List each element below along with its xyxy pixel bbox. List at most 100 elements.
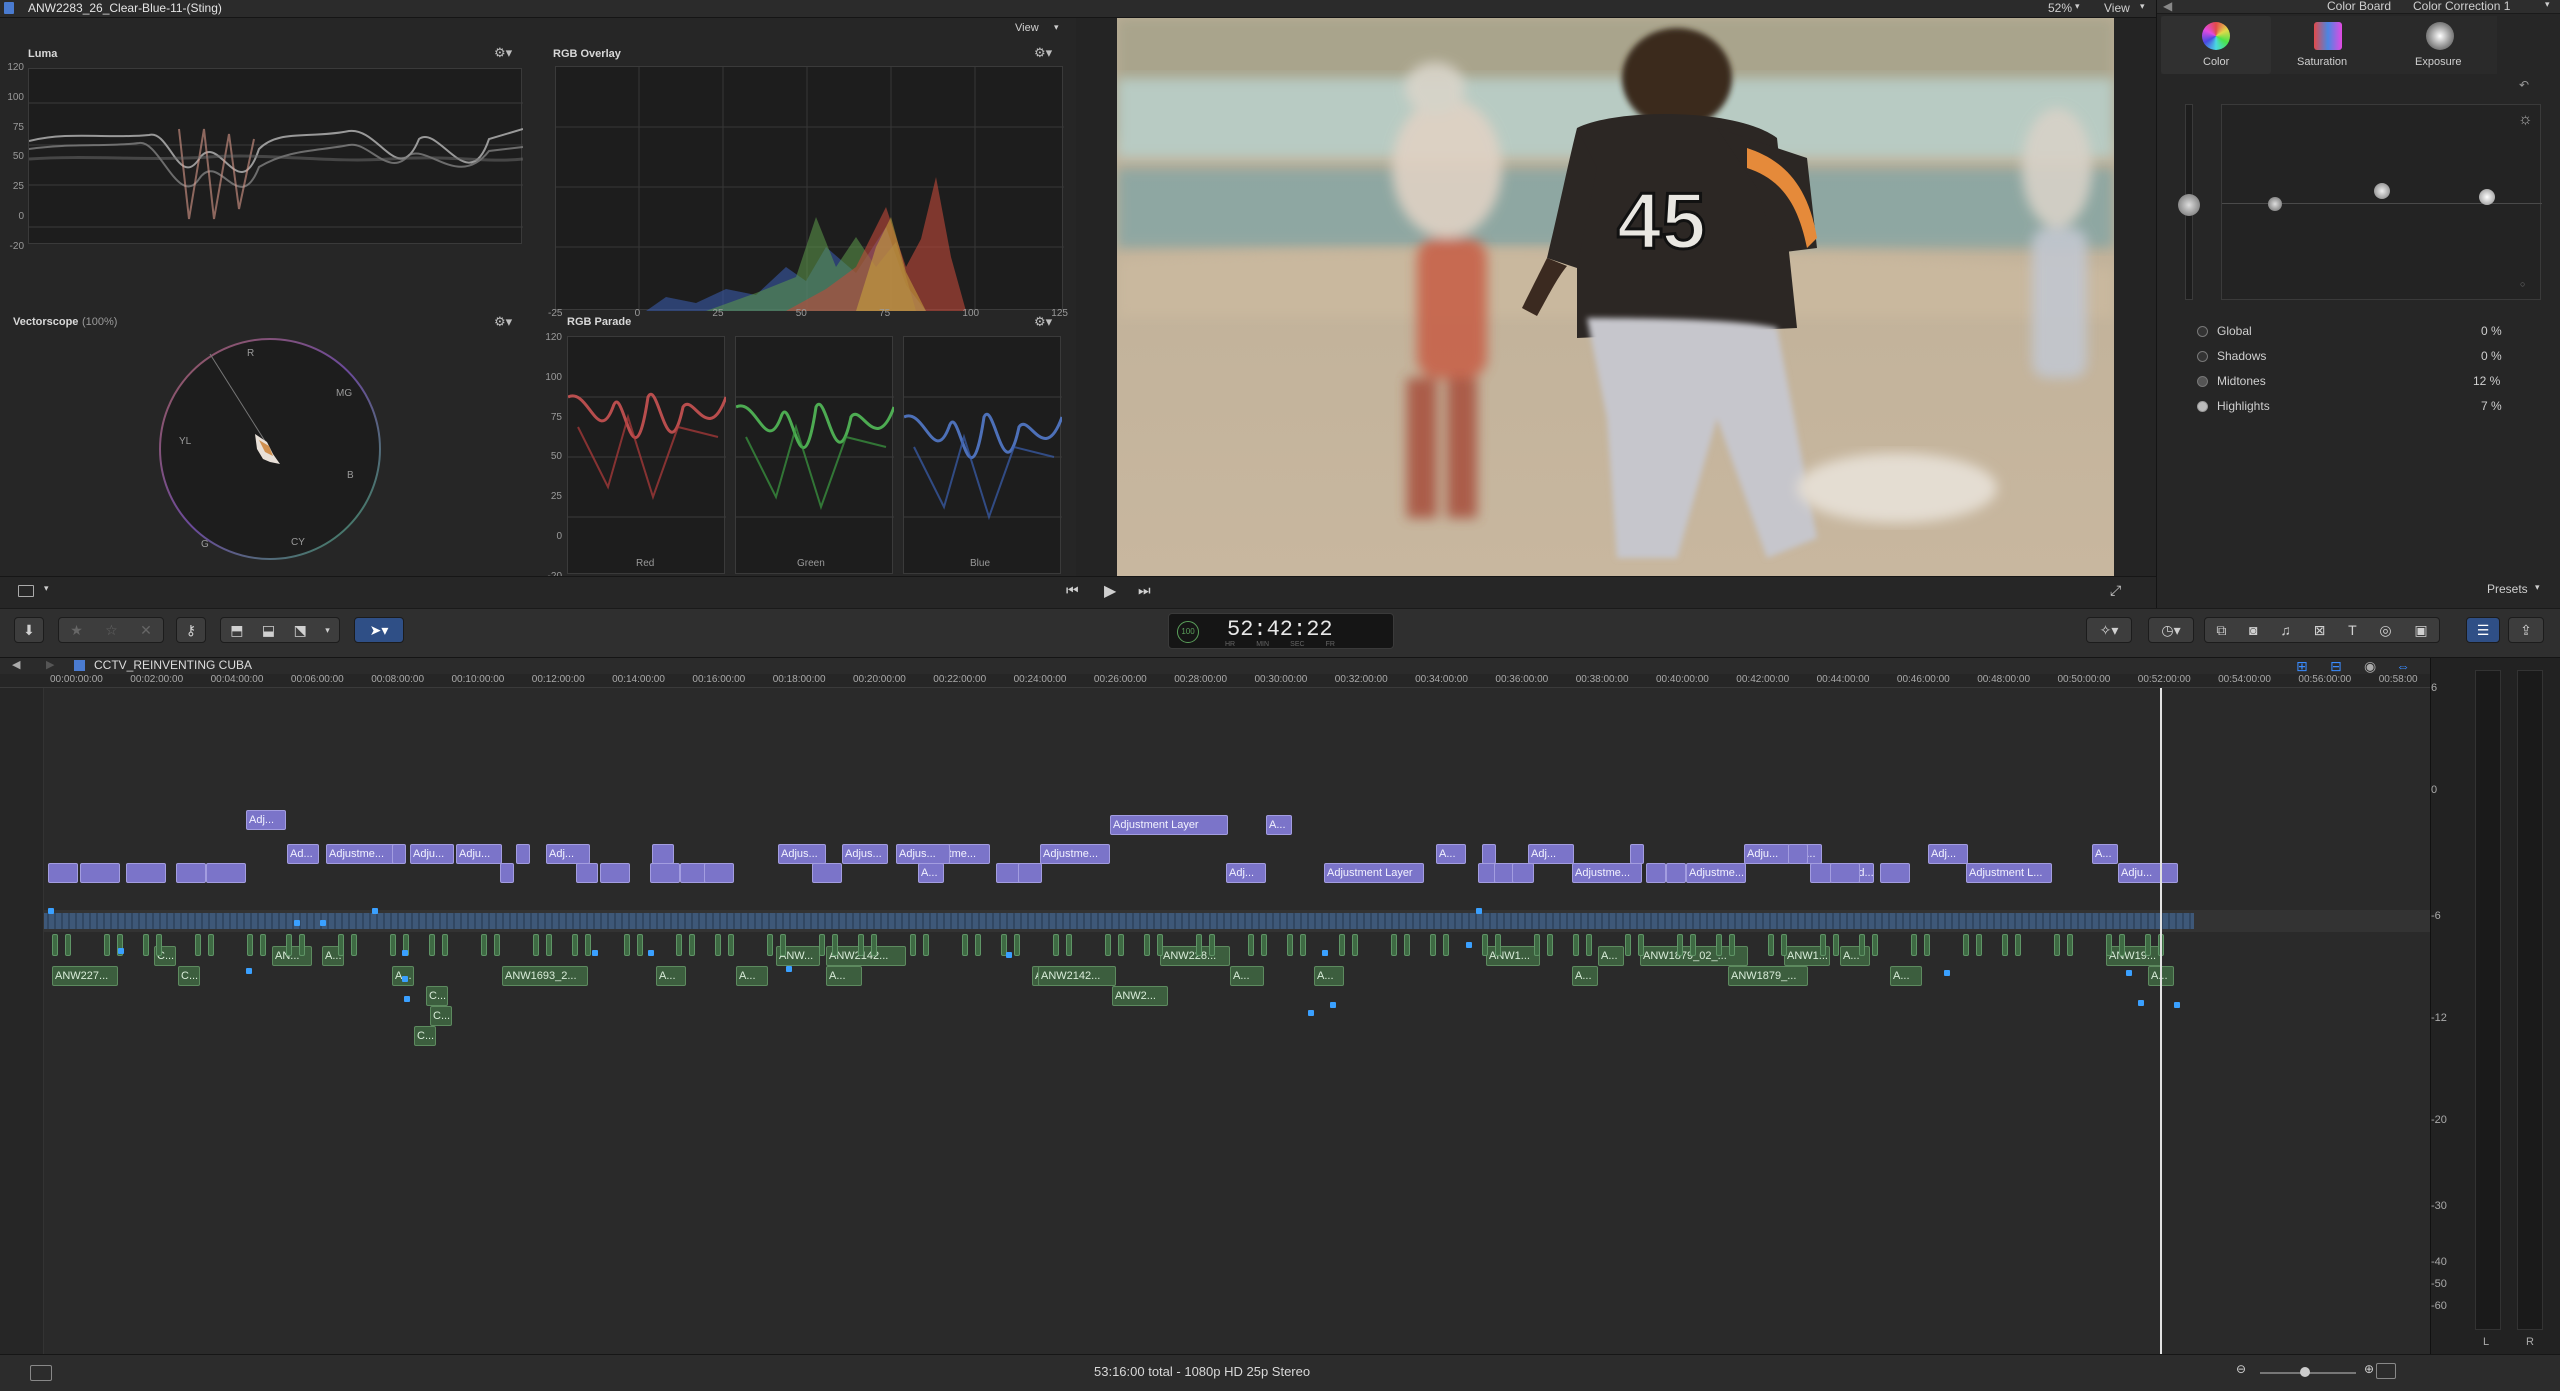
connected-clip-stub[interactable]	[1261, 934, 1267, 956]
rgb-parade-gear-icon[interactable]: ⚙▾	[1034, 314, 1052, 330]
marker-icon[interactable]	[1308, 1010, 1314, 1016]
range-shadows[interactable]: Shadows 0 %	[2197, 349, 2537, 369]
connected-clip-stub[interactable]	[247, 934, 253, 956]
connected-clip-stub[interactable]	[2119, 934, 2125, 956]
connected-clip-stub[interactable]	[208, 934, 214, 956]
connect-icon[interactable]: ⬒	[230, 622, 243, 639]
connected-video-clip[interactable]: ANW227...	[52, 966, 118, 986]
connected-clip-stub[interactable]	[1209, 934, 1215, 956]
range-highlights[interactable]: Highlights 7 %	[2197, 399, 2537, 419]
favorite-star-icon[interactable]: ★	[70, 622, 83, 639]
connected-clip-stub[interactable]	[1287, 934, 1293, 956]
connected-clip-stub[interactable]	[910, 934, 916, 956]
marker-icon[interactable]	[1476, 908, 1482, 914]
view-chevron-icon[interactable]: ▾	[2140, 1, 2145, 12]
connected-clip-stub[interactable]	[1352, 934, 1358, 956]
zoom-in-icon[interactable]: ⊕	[2364, 1362, 2374, 1376]
luma-gear-icon[interactable]: ⚙▾	[494, 45, 512, 61]
marker-icon[interactable]	[246, 968, 252, 974]
connected-clip-stub[interactable]	[2015, 934, 2021, 956]
connected-clip-stub[interactable]	[858, 934, 864, 956]
layout-icon[interactable]	[18, 585, 34, 597]
connected-clip-stub[interactable]	[1118, 934, 1124, 956]
connected-clip-stub[interactable]	[1300, 934, 1306, 956]
connected-clip-stub[interactable]	[1716, 934, 1722, 956]
connected-clip-stub[interactable]	[104, 934, 110, 956]
snapping-icon[interactable]: ⇔	[2396, 658, 2410, 674]
connected-video-clip[interactable]: C...	[178, 966, 200, 986]
marker-icon[interactable]	[1466, 942, 1472, 948]
presets-menu[interactable]: Presets	[2487, 582, 2528, 596]
shadows-puck[interactable]	[2268, 197, 2282, 211]
connected-clip-stub[interactable]	[195, 934, 201, 956]
scopes-view-menu[interactable]: View	[1015, 22, 1039, 34]
connected-clip-stub[interactable]	[2002, 934, 2008, 956]
marker-icon[interactable]	[2138, 1000, 2144, 1006]
connected-clip-stub[interactable]	[2054, 934, 2060, 956]
zoom-chevron-icon[interactable]: ▾	[2075, 1, 2080, 12]
photos-icon[interactable]: ◙	[2249, 622, 2257, 638]
connected-clip-stub[interactable]	[1820, 934, 1826, 956]
connected-clip-stub[interactable]	[871, 934, 877, 956]
color-correction-menu[interactable]: Color Correction 1	[2413, 0, 2510, 13]
marker-icon[interactable]	[786, 966, 792, 972]
connected-video-clip[interactable]: A...	[1314, 966, 1344, 986]
marker-icon[interactable]	[402, 950, 408, 956]
connected-clip-stub[interactable]	[494, 934, 500, 956]
timeline-back-icon[interactable]: ◀	[12, 658, 20, 671]
marker-icon[interactable]	[1006, 952, 1012, 958]
connected-clip-stub[interactable]	[1690, 934, 1696, 956]
connected-clip-stub[interactable]	[1781, 934, 1787, 956]
timecode-display[interactable]: 100 52:42:22 HR MIN SEC FR	[1168, 613, 1394, 649]
connected-clip-stub[interactable]	[676, 934, 682, 956]
marker-icon[interactable]	[648, 950, 654, 956]
connected-clip-stub[interactable]	[1144, 934, 1150, 956]
range-midtones[interactable]: Midtones 12 %	[2197, 374, 2537, 394]
connected-clip-stub[interactable]	[2106, 934, 2112, 956]
timeline-forward-icon[interactable]: ▶	[46, 658, 54, 671]
timeline-ruler[interactable]: 00:00:00:00 00:02:00:00 00:04:00:00 00:06:0…	[0, 674, 2430, 688]
range-radio[interactable]	[2197, 376, 2208, 387]
connected-clip-stub[interactable]	[1105, 934, 1111, 956]
connected-video-clip[interactable]: A...	[1598, 946, 1624, 966]
marker-icon[interactable]	[372, 908, 378, 914]
connected-clip-stub[interactable]	[429, 934, 435, 956]
connected-clip-stub[interactable]	[1053, 934, 1059, 956]
connected-clip-stub[interactable]	[1586, 934, 1592, 956]
connected-clip-stub[interactable]	[65, 934, 71, 956]
zoom-level[interactable]: 52%	[2048, 1, 2072, 15]
marker-icon[interactable]	[2126, 970, 2132, 976]
share-button[interactable]: ⇪	[2508, 617, 2544, 643]
edit-chevron-icon[interactable]: ▾	[325, 625, 330, 636]
connected-clip-stub[interactable]	[2067, 934, 2073, 956]
connected-clip-stub[interactable]	[442, 934, 448, 956]
tab-saturation[interactable]: Saturation	[2273, 16, 2383, 74]
connected-clip-stub[interactable]	[1911, 934, 1917, 956]
highlights-puck[interactable]	[2479, 189, 2495, 205]
media-browser-icon[interactable]: ⧉	[2216, 622, 2226, 639]
connected-video-clip[interactable]: ANW2142...	[826, 946, 906, 966]
themes-icon[interactable]: ▣	[2414, 622, 2427, 639]
marker-icon[interactable]	[1944, 970, 1950, 976]
connected-clip-stub[interactable]	[286, 934, 292, 956]
viewer-view-menu[interactable]: View	[2104, 1, 2130, 15]
connected-video-clip[interactable]: AN...	[272, 946, 312, 966]
scopes-view-chevron-icon[interactable]: ▾	[1054, 22, 1059, 33]
solo-icon[interactable]: ◉	[2364, 658, 2376, 675]
connected-clip-stub[interactable]	[1014, 934, 1020, 956]
connected-clip-stub[interactable]	[351, 934, 357, 956]
presets-chevron-icon[interactable]: ▾	[2535, 582, 2540, 593]
marker-icon[interactable]	[402, 976, 408, 982]
connected-clip-stub[interactable]	[1248, 934, 1254, 956]
play-icon[interactable]: ▶	[1104, 581, 1116, 601]
connected-clip-stub[interactable]	[1976, 934, 1982, 956]
reset-icon[interactable]: ↶	[2519, 78, 2529, 92]
connected-clip-stub[interactable]	[2145, 934, 2151, 956]
connected-video-clip[interactable]: ANW2...	[1112, 986, 1168, 1006]
append-icon[interactable]: ⬔	[294, 622, 307, 639]
connected-video-clip[interactable]: C...	[426, 986, 448, 1006]
connected-clip-stub[interactable]	[780, 934, 786, 956]
connected-video-clip[interactable]: A...	[736, 966, 768, 986]
connected-clip-stub[interactable]	[1430, 934, 1436, 956]
reject-icon[interactable]: ✕	[140, 622, 152, 639]
